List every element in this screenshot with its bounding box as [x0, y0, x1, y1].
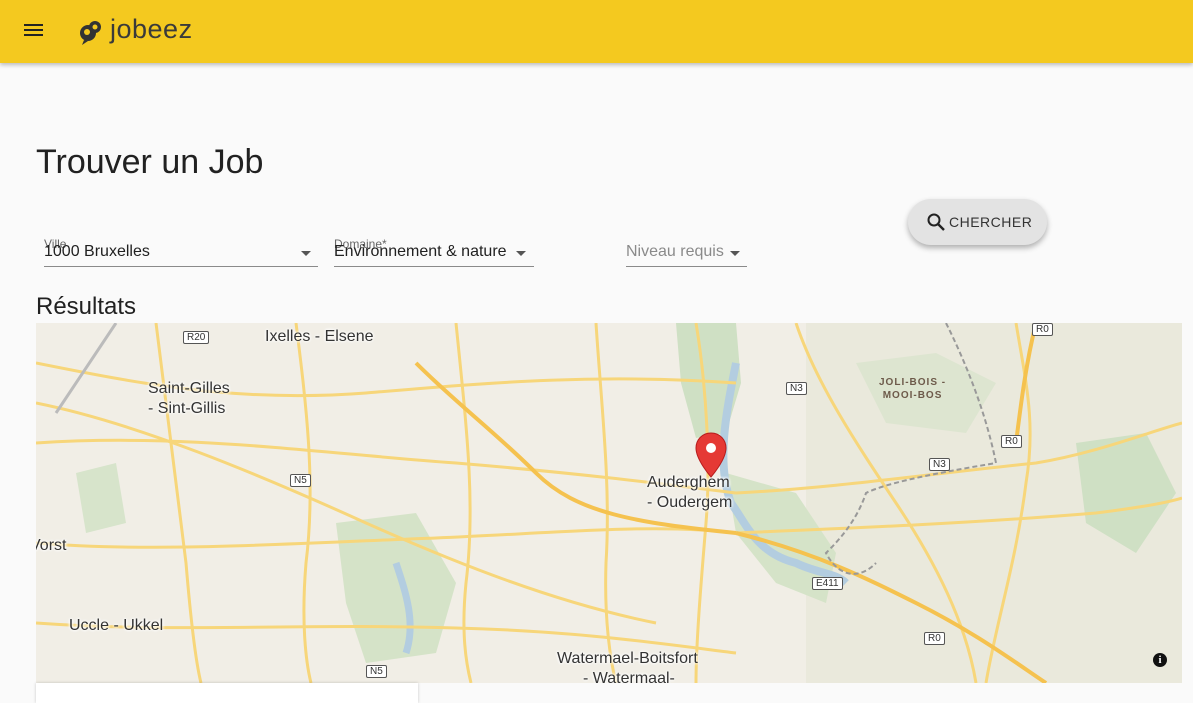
- map-label-watermaal: - Watermaal-: [583, 670, 675, 683]
- chevron-down-icon: [301, 251, 311, 256]
- map-label-saint-gilles-nl: - Sint-Gillis: [148, 400, 226, 417]
- niveau-placeholder: Niveau requis: [626, 243, 724, 260]
- chevron-down-icon: [516, 251, 526, 256]
- app-bar: jobeez: [0, 0, 1193, 63]
- map-label-uccle: Uccle - Ukkel: [69, 617, 164, 634]
- road-shield-r0-bottom: R0: [924, 632, 945, 645]
- result-card[interactable]: [36, 683, 418, 703]
- map-label-joli-bois: JOLI-BOIS - MOOI-BOS: [879, 376, 946, 402]
- domaine-select[interactable]: Domaine* Environnement & nature: [334, 237, 534, 267]
- niveau-select[interactable]: Niveau requis: [626, 243, 747, 267]
- map-label-vorst: Vorst: [36, 537, 67, 554]
- road-shield-e411: E411: [812, 577, 843, 590]
- map-label-saint-gilles: Saint-Gilles: [148, 380, 230, 397]
- map-background: [36, 323, 1182, 683]
- info-icon[interactable]: i: [1153, 653, 1167, 667]
- road-shield-n3-mid: N3: [929, 458, 950, 471]
- district-line-1: JOLI-BOIS -: [879, 377, 947, 388]
- district-line-2: MOOI-BOS: [882, 390, 943, 401]
- search-icon: [927, 213, 945, 231]
- jobeez-logo-icon: [80, 21, 101, 45]
- location-pin-icon[interactable]: [694, 431, 728, 479]
- ville-select[interactable]: Ville 1000 Bruxelles: [44, 237, 318, 267]
- road-shield-n5-top: N5: [290, 474, 311, 487]
- map-label-ixelles: Ixelles - Elsene: [265, 328, 374, 345]
- road-shield-r0-top: R0: [1032, 323, 1053, 336]
- road-shield-n3-top: N3: [786, 382, 807, 395]
- page-title: Trouver un Job: [36, 143, 264, 181]
- road-shield-n5-bottom: N5: [366, 665, 387, 678]
- menu-icon[interactable]: [22, 21, 46, 43]
- map-label-watermael: Watermael-Boitsfort: [557, 650, 698, 667]
- map-label-oudergem: - Oudergem: [647, 494, 733, 511]
- search-button[interactable]: CHERCHER: [908, 199, 1047, 245]
- road-shield-r20: R20: [183, 331, 210, 344]
- results-title: Résultats: [36, 293, 137, 320]
- results-map[interactable]: Ixelles - Elsene Saint-Gilles - Sint-Gil…: [36, 323, 1182, 683]
- domaine-value: Environnement & nature: [334, 243, 507, 260]
- chevron-down-icon: [730, 251, 740, 256]
- search-button-label: CHERCHER: [949, 214, 1033, 230]
- road-shield-r0-mid: R0: [1001, 435, 1022, 448]
- brand-name[interactable]: jobeez: [110, 14, 193, 45]
- ville-value: 1000 Bruxelles: [44, 243, 150, 260]
